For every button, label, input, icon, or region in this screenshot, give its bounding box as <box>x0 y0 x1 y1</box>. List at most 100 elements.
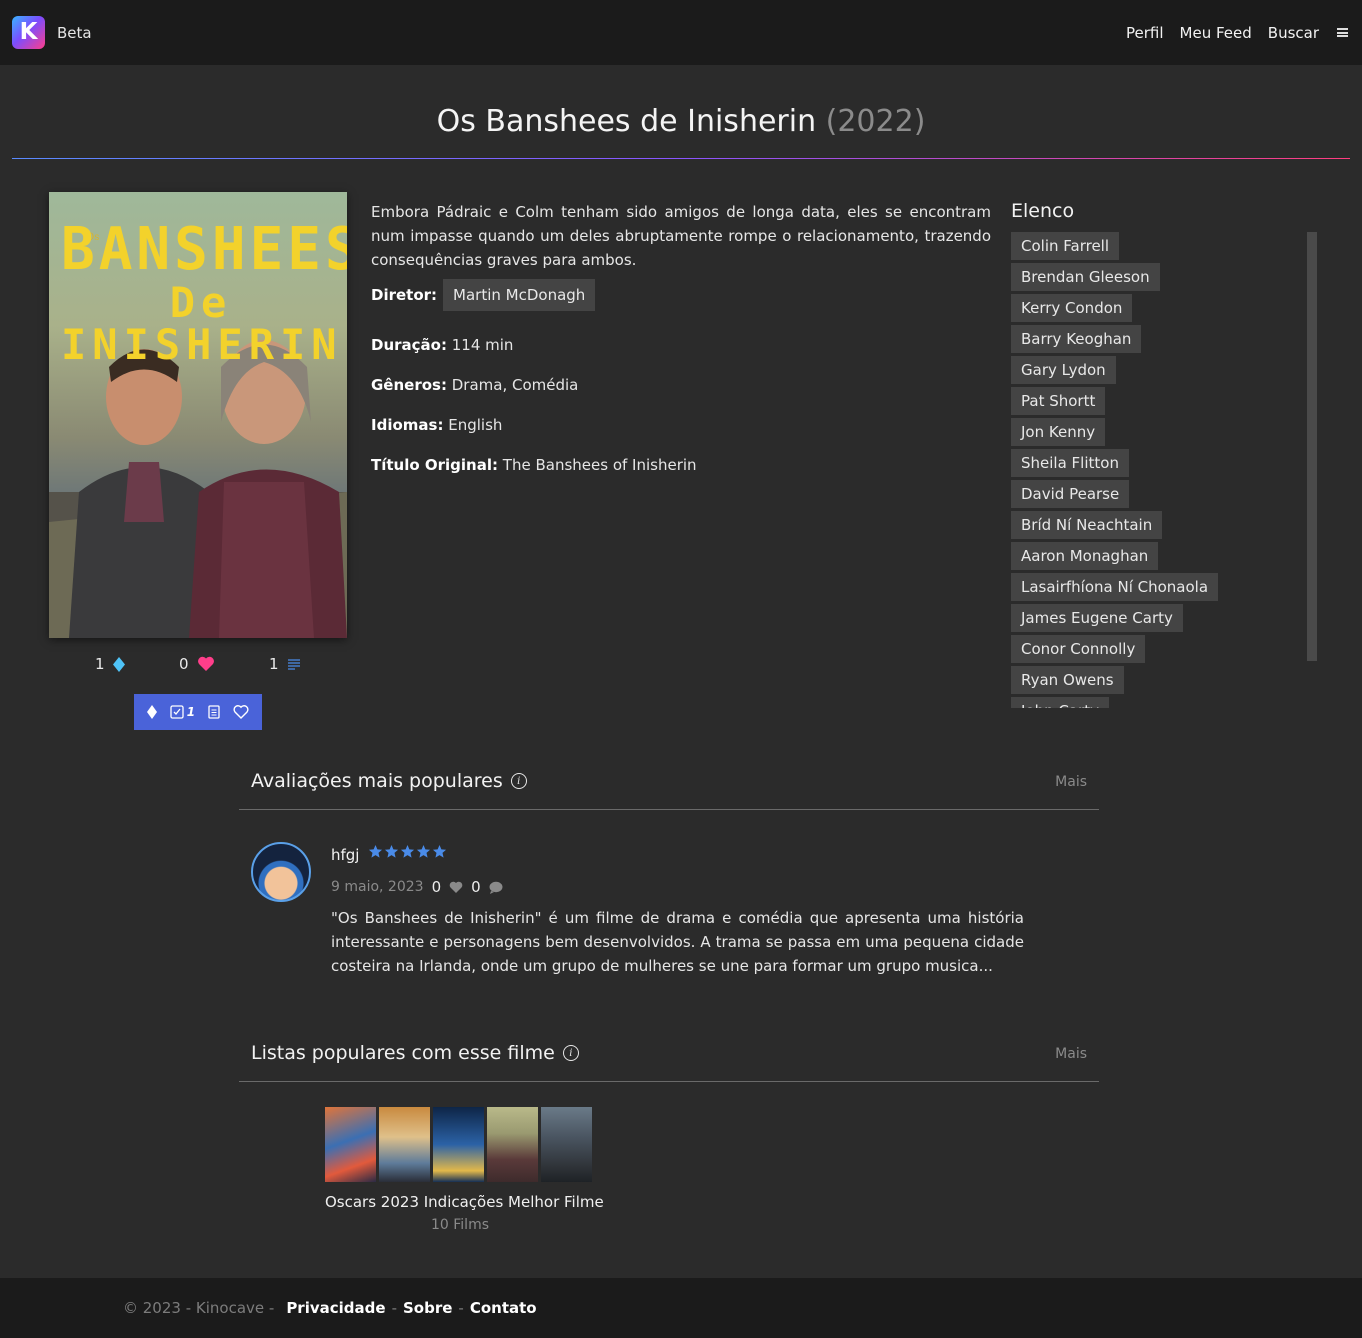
info-icon[interactable]: i <box>562 1045 579 1061</box>
nav-link-meu-feed[interactable]: Meu Feed <box>1180 24 1252 42</box>
original-title-value: The Banshees of Inisherin <box>502 456 697 474</box>
cast-member-tag[interactable]: Brendan Gleeson <box>1011 263 1160 291</box>
review-text[interactable]: "Os Banshees de Inisherin" é um filme de… <box>331 906 1024 978</box>
cast-member-tag[interactable]: John Carty <box>1011 697 1109 708</box>
list-name[interactable]: Oscars 2023 Indicações Melhor Filme <box>325 1193 604 1211</box>
review-username[interactable]: hfgj <box>331 846 359 864</box>
synopsis: Embora Pádraic e Colm tenham sido amigos… <box>371 203 991 269</box>
beta-tag: Beta <box>57 23 92 42</box>
diamond-icon <box>112 656 125 672</box>
lists-heading: Listas populares com esse filme i <box>251 1042 579 1064</box>
list-thumbnail <box>541 1107 592 1182</box>
star-icon <box>432 844 447 858</box>
review-meta: 9 maio, 2023 0 0 <box>331 878 503 896</box>
list-thumbnails[interactable] <box>325 1107 595 1182</box>
list-film-count: 10 Films <box>430 1217 489 1233</box>
likes-stat[interactable]: 0 <box>179 655 215 673</box>
comment-icon[interactable] <box>489 881 503 894</box>
review-rating <box>368 844 447 859</box>
lists-stat[interactable]: 1 <box>269 655 301 673</box>
cast-member-tag[interactable]: Bríd Ní Neachtain <box>1011 511 1163 539</box>
diamond-count: 1 <box>95 655 105 673</box>
heart-icon <box>197 656 214 671</box>
review-comment-count: 0 <box>471 878 481 896</box>
avatar[interactable] <box>251 842 311 902</box>
cast-member-tag[interactable]: Aaron Monaghan <box>1011 542 1159 570</box>
list-thumbnail <box>325 1107 376 1182</box>
list-icon <box>287 659 300 670</box>
languages-label: Idiomas: <box>371 416 444 434</box>
lists-section-header: Listas populares com esse filme i Mais <box>239 1042 1099 1082</box>
review-like-count: 0 <box>431 878 442 896</box>
lists-heading-text: Listas populares com esse filme <box>251 1042 555 1064</box>
review-date: 9 maio, 2023 <box>331 879 424 895</box>
original-title-label: Título Original: <box>371 456 499 474</box>
director-label: Diretor: <box>371 286 438 304</box>
lists-more-link[interactable]: Mais <box>1055 1046 1087 1062</box>
cast-member-tag[interactable]: James Eugene Carty <box>1011 604 1183 632</box>
cast-list: Colin Farrell Brendan Gleeson Kerry Condon… <box>1011 232 1307 708</box>
heart-icon[interactable] <box>449 881 463 894</box>
cast-member-tag[interactable]: Sheila Flitton <box>1011 449 1129 477</box>
reviews-heading: Avaliações mais populares i <box>251 770 527 792</box>
duration-label: Duração: <box>371 336 447 354</box>
cast-member-tag[interactable]: Jon Kenny <box>1011 418 1106 446</box>
cast-member-tag[interactable]: Lasairfhíona Ní Chonaola <box>1011 573 1219 601</box>
director-tag[interactable]: Martin McDonagh <box>443 279 596 311</box>
director-row: Diretor: Martin McDonagh <box>371 279 596 311</box>
likes-count: 0 <box>179 655 189 673</box>
footer-link-privacidade[interactable]: Privacidade <box>286 1299 385 1317</box>
reviews-section-header: Avaliações mais populares i Mais <box>239 770 1099 810</box>
cast-member-tag[interactable]: Colin Farrell <box>1011 232 1120 260</box>
footer-link-contato[interactable]: Contato <box>470 1299 537 1317</box>
cast-member-tag[interactable]: Conor Connolly <box>1011 635 1146 663</box>
watched-check-icon <box>170 705 184 719</box>
star-icon <box>400 844 415 858</box>
duration-row: Duração: 114 min <box>371 336 513 354</box>
kinocave-logo[interactable]: K <box>12 16 45 49</box>
diamond-outline-icon <box>146 705 157 719</box>
footer-copyright: © 2023 - Kinocave - <box>123 1299 275 1317</box>
reviews-heading-text: Avaliações mais populares <box>251 770 503 792</box>
document-icon <box>208 705 220 719</box>
nav-links: Perfil Meu Feed Buscar <box>1126 24 1348 42</box>
brand[interactable]: K Beta <box>12 16 92 49</box>
cast-member-tag[interactable]: Kerry Condon <box>1011 294 1133 322</box>
cast-list-container[interactable]: Colin Farrell Brendan Gleeson Kerry Condon… <box>1011 232 1307 708</box>
reviews-more-link[interactable]: Mais <box>1055 774 1087 790</box>
languages-value: English <box>448 416 503 434</box>
movie-poster: Os BANSHEES De INISHERIN <box>49 192 347 638</box>
movie-title: Os Banshees de Inisherin <box>436 104 817 139</box>
nav-link-buscar[interactable]: Buscar <box>1268 24 1319 42</box>
hamburger-menu-icon[interactable] <box>1337 28 1348 37</box>
info-icon[interactable]: i <box>510 773 527 789</box>
list-thumbnail <box>379 1107 430 1182</box>
cast-member-tag[interactable]: Ryan Owens <box>1011 666 1124 694</box>
star-icon <box>416 844 431 858</box>
nav-link-perfil[interactable]: Perfil <box>1126 24 1164 42</box>
movie-action-bar: 1 <box>134 694 262 730</box>
genres-row: Gêneros: Drama, Comédia <box>371 376 578 394</box>
diamond-stat[interactable]: 1 <box>95 655 125 673</box>
movie-year: (2022) <box>825 104 926 139</box>
list-thumbnail <box>487 1107 538 1182</box>
cast-member-tag[interactable]: Pat Shortt <box>1011 387 1106 415</box>
poster-title-line1: BANSHEES <box>61 215 347 284</box>
cast-member-tag[interactable]: Barry Keoghan <box>1011 325 1142 353</box>
languages-row: Idiomas: English <box>371 416 502 434</box>
cast-scrollbar[interactable] <box>1307 232 1317 661</box>
list-card[interactable]: Oscars 2023 Indicações Melhor Filme 10 F… <box>325 1107 604 1233</box>
review-button[interactable] <box>208 705 220 719</box>
diamond-button[interactable] <box>146 705 157 719</box>
cast-member-tag[interactable]: David Pearse <box>1011 480 1130 508</box>
genres-label: Gêneros: <box>371 376 447 394</box>
watched-button[interactable]: 1 <box>170 705 195 719</box>
footer-link-sobre[interactable]: Sobre <box>403 1299 452 1317</box>
watch-count: 1 <box>186 705 196 719</box>
like-button[interactable] <box>233 705 249 719</box>
movie-info: Embora Pádraic e Colm tenham sido amigos… <box>371 200 991 474</box>
cast-member-tag[interactable]: Gary Lydon <box>1011 356 1116 384</box>
page-title: Os Banshees de Inisherin (2022) <box>0 104 1362 139</box>
lists-count: 1 <box>269 655 279 673</box>
list-thumbnail <box>433 1107 484 1182</box>
